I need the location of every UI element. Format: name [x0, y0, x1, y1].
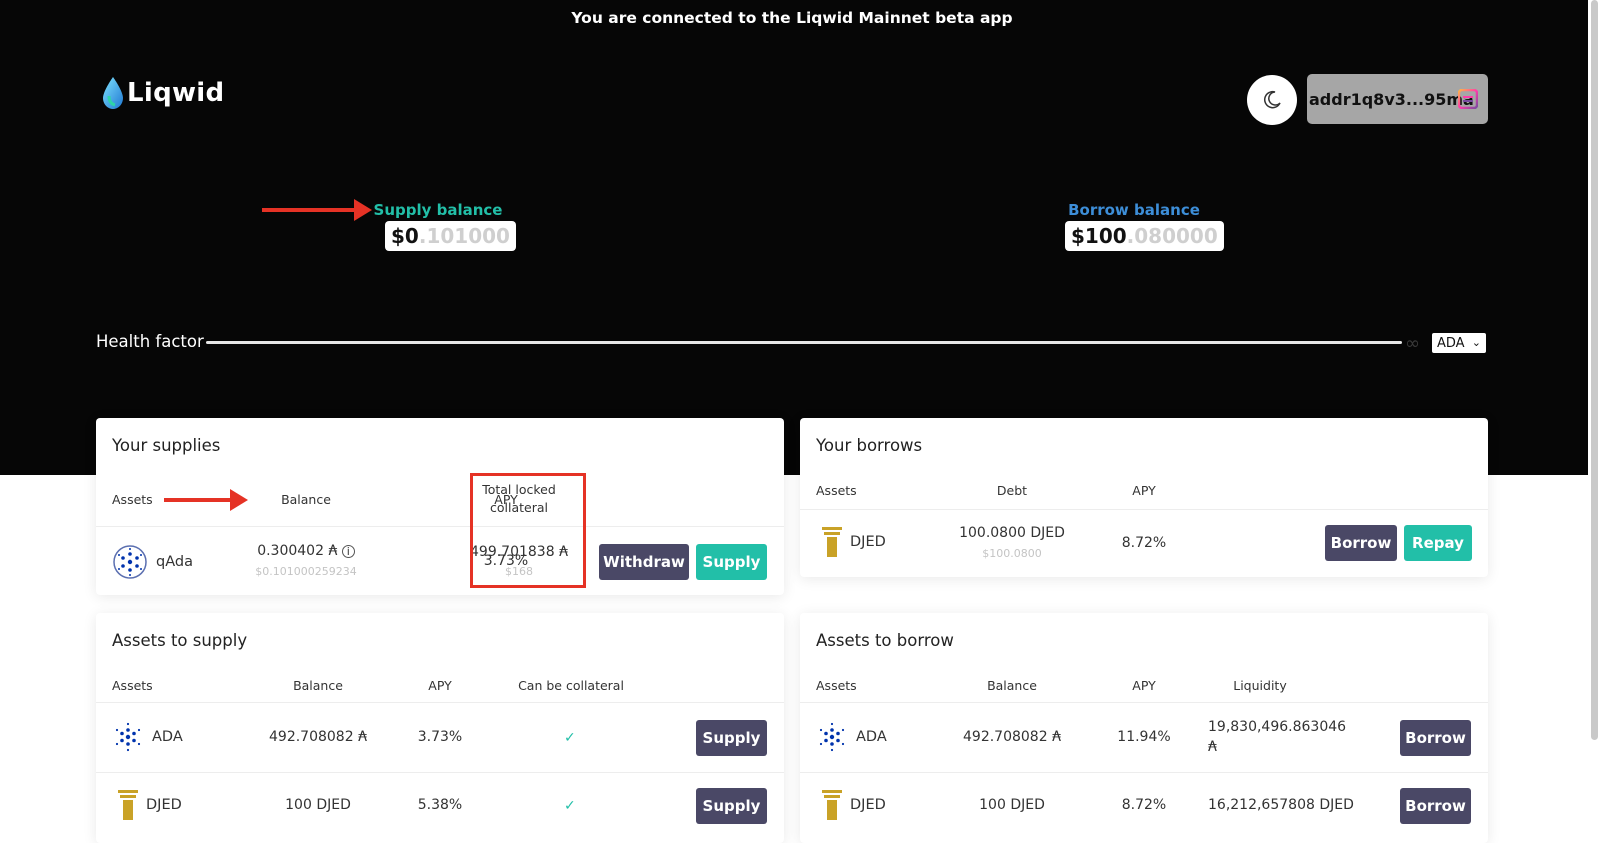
divider: [96, 772, 784, 773]
supply-button-ada[interactable]: Supply: [696, 720, 767, 756]
asset-ada: ADA: [816, 721, 887, 753]
header-liquidity: Liquidity: [1233, 678, 1287, 693]
asset-djed: DJED: [822, 789, 886, 821]
wallet-address-button[interactable]: addr1q8v3...95ma: [1307, 74, 1488, 124]
assets-to-borrow-card: Assets to borrow Assets Balance APY Liqu…: [800, 613, 1488, 843]
your-supplies-title: Your supplies: [112, 436, 221, 455]
currency-select[interactable]: ADA ⌄: [1432, 333, 1486, 353]
supply-balance-label: Supply balance: [373, 201, 503, 219]
header-balance: Balance: [281, 492, 331, 507]
divider: [96, 702, 784, 703]
your-borrows-title: Your borrows: [816, 436, 923, 455]
theme-toggle-button[interactable]: [1247, 75, 1297, 125]
header-background: [0, 0, 1600, 475]
header-apy: APY: [428, 678, 452, 693]
your-borrows-card: Your borrows Assets Debt APY DJED 100.08…: [800, 418, 1488, 577]
divider: [800, 772, 1488, 773]
your-supplies-card: Your supplies Assets Balance APY Total l…: [96, 418, 784, 595]
ada-balance: 492.708082 ₳: [963, 729, 1061, 745]
header-balance: Balance: [293, 678, 343, 693]
ada-apy: 11.94%: [1117, 729, 1171, 745]
header-assets: Assets: [816, 483, 857, 498]
liqwid-logo[interactable]: Liqwid: [101, 76, 224, 110]
ada-liquidity: 19,830,496.863046: [1208, 719, 1347, 735]
borrow-button-ada[interactable]: Borrow: [1400, 720, 1471, 756]
djed-apy: 8.72%: [1121, 797, 1167, 813]
header-assets: Assets: [816, 678, 857, 693]
djed-debt-usd: $100.0800: [982, 547, 1042, 560]
wallet-icon: [1458, 89, 1478, 109]
ada-balance: 492.708082 ₳: [269, 729, 367, 745]
djed-icon: [822, 790, 842, 820]
djed-apy: 8.72%: [1121, 535, 1167, 551]
asset-ada: ADA: [112, 721, 183, 753]
logo-text: Liqwid: [127, 78, 225, 108]
ada-apy: 3.73%: [417, 729, 463, 745]
asset-qada: qAda: [112, 544, 193, 580]
wallet-address: addr1q8v3...95ma: [1309, 89, 1474, 109]
network-banner: You are connected to the Liqwid Mainnet …: [571, 9, 1013, 27]
annotation-arrow-supply-balance: [262, 199, 372, 221]
supply-balance-value: $0.101000: [385, 221, 516, 251]
djed-apy: 5.38%: [417, 797, 463, 813]
header-apy: APY: [1132, 678, 1156, 693]
header-balance: Balance: [987, 678, 1037, 693]
header-assets: Assets: [112, 492, 153, 507]
djed-liquidity: 16,212,657808 DJED: [1208, 797, 1354, 813]
borrow-button-djed-list[interactable]: Borrow: [1400, 788, 1471, 824]
annotation-arrow-balance: [164, 489, 248, 511]
header-apy: APY: [1132, 483, 1156, 498]
borrow-balance-value: $100.080000: [1065, 221, 1224, 251]
check-icon: ✓: [564, 798, 576, 814]
drop-icon: [103, 77, 123, 109]
qada-balance-usd: $0.101000259234: [255, 565, 357, 578]
djed-balance: 100 DJED: [979, 797, 1045, 813]
assets-to-borrow-title: Assets to borrow: [816, 631, 954, 650]
withdraw-button[interactable]: Withdraw: [599, 544, 689, 580]
header-debt: Debt: [996, 483, 1028, 498]
repay-button[interactable]: Repay: [1404, 525, 1472, 561]
qada-balance: 0.300402 ₳ i: [226, 543, 386, 559]
asset-djed: DJED: [822, 526, 886, 558]
assets-to-supply-title: Assets to supply: [112, 631, 248, 650]
ada-liquidity-unit: ₳: [1208, 739, 1217, 755]
divider: [800, 509, 1488, 510]
qada-icon: [113, 545, 147, 579]
supply-button-qada[interactable]: Supply: [696, 544, 767, 580]
asset-djed: DJED: [118, 789, 182, 821]
assets-to-supply-card: Assets to supply Assets Balance APY Can …: [96, 613, 784, 843]
ada-icon: [819, 722, 845, 752]
check-icon: ✓: [564, 730, 576, 746]
borrow-balance-label: Borrow balance: [1068, 201, 1200, 219]
health-factor-label: Health factor: [96, 332, 204, 351]
divider: [800, 702, 1488, 703]
health-factor-value: ∞: [1405, 333, 1420, 354]
supply-button-djed[interactable]: Supply: [696, 788, 767, 824]
chevron-down-icon: ⌄: [1471, 336, 1481, 349]
borrow-button-djed[interactable]: Borrow: [1325, 525, 1397, 561]
scrollbar[interactable]: [1591, 0, 1598, 740]
header-assets: Assets: [112, 678, 153, 693]
info-icon[interactable]: i: [341, 545, 355, 558]
annotation-red-box: [470, 473, 586, 588]
djed-icon: [118, 790, 138, 820]
health-factor-bar: [206, 341, 1402, 344]
djed-icon: [822, 527, 842, 557]
ada-icon: [115, 722, 141, 752]
divider: [96, 526, 784, 527]
moon-icon: [1264, 90, 1281, 109]
djed-balance: 100 DJED: [285, 797, 351, 813]
djed-debt: 100.0800 DJED: [959, 525, 1065, 541]
header-can-be-collateral: Can be collateral: [518, 678, 624, 693]
